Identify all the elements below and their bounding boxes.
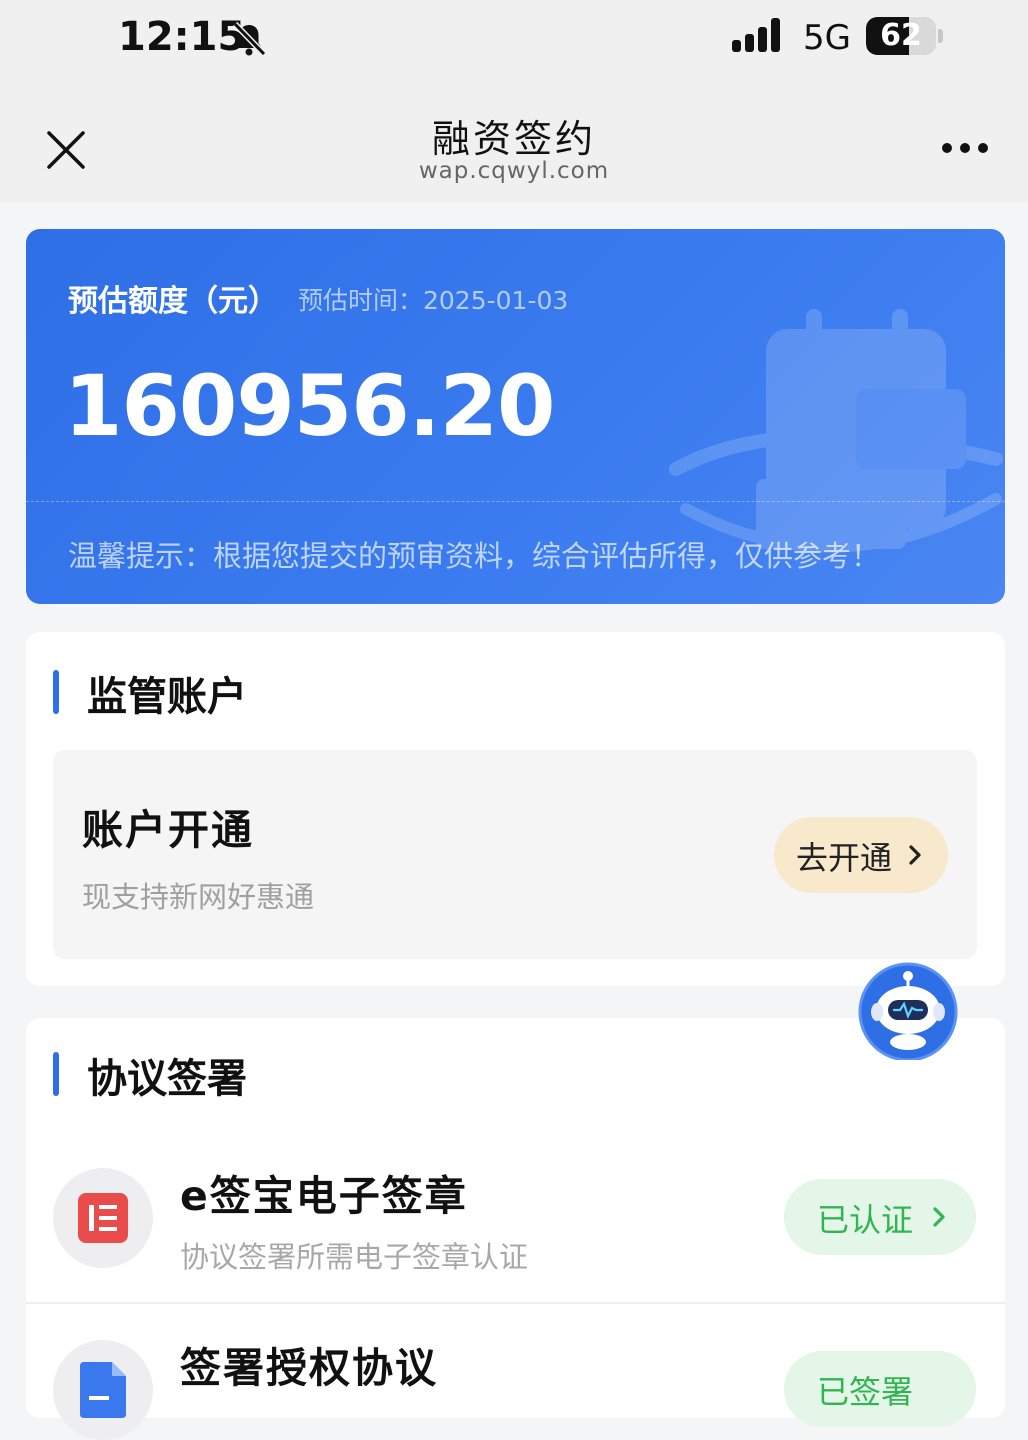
signal-icon xyxy=(732,18,780,52)
card-divider xyxy=(26,501,1005,502)
quota-card: 预估额度（元） 预估时间：2025-01-03 160956.20 温馨提示：根… xyxy=(26,229,1005,604)
esign-icon-wrap xyxy=(53,1168,153,1268)
section-marker xyxy=(53,670,59,714)
agreement-section: 协议签署 e签宝电子签章 协议签署所需电子签章认证 已认证 签署授权协议 已签署 xyxy=(26,1018,1005,1440)
network-type: 5G xyxy=(803,18,851,58)
bell-muted-icon xyxy=(232,21,267,57)
esign-logo-icon xyxy=(78,1193,128,1243)
page-title: 融资签约 xyxy=(431,117,596,161)
account-open-title: 账户开通 xyxy=(82,806,254,854)
nav-bar: 融资签约 wap.cqwyl.com xyxy=(0,90,1028,202)
quota-tip: 温馨提示：根据您提交的预审资料，综合评估所得，仅供参考！ xyxy=(68,539,881,573)
robot-assistant-icon[interactable] xyxy=(858,962,958,1060)
section-title-account: 监管账户 xyxy=(87,674,247,720)
auth-agreement-status-button[interactable]: 已签署 xyxy=(784,1351,976,1427)
esign-status-button[interactable]: 已认证 xyxy=(784,1179,976,1255)
status-time: 12:15 xyxy=(118,14,246,60)
esign-status-label: 已认证 xyxy=(817,1201,914,1239)
auth-agreement-title: 签署授权协议 xyxy=(180,1344,438,1392)
battery-level: 62 xyxy=(880,18,922,53)
esign-subtitle: 协议签署所需电子签章认证 xyxy=(180,1240,529,1274)
quota-amount: 160956.20 xyxy=(64,357,555,455)
quota-label: 预估额度（元） xyxy=(68,284,278,319)
status-bar: 12:15 5G 62 xyxy=(0,0,1028,90)
account-section: 监管账户 账户开通 现支持新网好惠通 去开通 xyxy=(26,632,1005,986)
battery-icon: 62 xyxy=(866,17,936,55)
section-marker xyxy=(53,1052,59,1096)
open-account-button[interactable]: 去开通 xyxy=(774,817,948,893)
chevron-right-icon xyxy=(933,1207,945,1227)
battery-tip xyxy=(938,29,943,43)
auth-agreement-status-label: 已签署 xyxy=(817,1373,914,1411)
account-open-subtitle: 现支持新网好惠通 xyxy=(82,880,315,914)
row-divider xyxy=(26,1302,1005,1304)
document-icon-wrap xyxy=(53,1340,153,1440)
page-url: wap.cqwyl.com xyxy=(418,158,610,184)
quota-date: 预估时间：2025-01-03 xyxy=(298,286,569,315)
more-icon[interactable] xyxy=(940,140,990,156)
chevron-right-icon xyxy=(909,845,921,865)
esign-title: e签宝电子签章 xyxy=(180,1172,468,1220)
document-icon xyxy=(80,1362,126,1418)
section-title-agreement: 协议签署 xyxy=(87,1056,247,1102)
account-open-card: 账户开通 现支持新网好惠通 去开通 xyxy=(53,750,977,959)
open-account-label: 去开通 xyxy=(796,839,893,877)
